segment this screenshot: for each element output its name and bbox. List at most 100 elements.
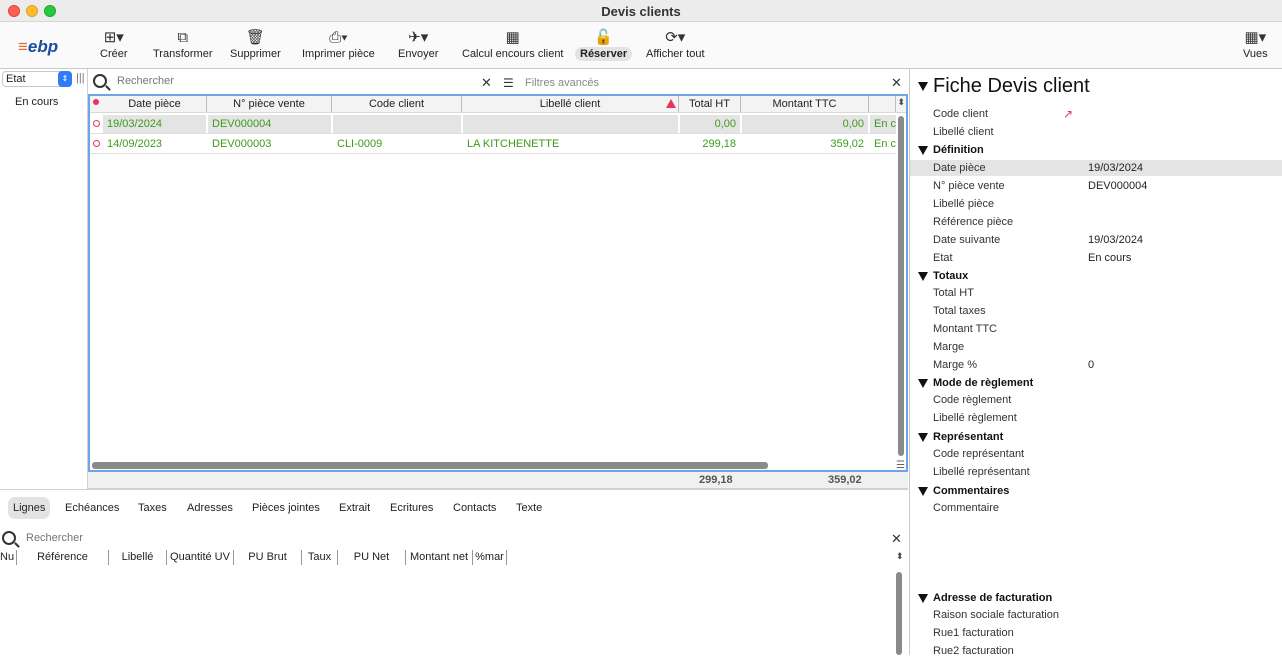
tab-texte[interactable]: Texte (511, 497, 547, 519)
sort-ascending-icon (666, 99, 676, 108)
vues-button[interactable]: ▦▾ Vues (1243, 28, 1268, 60)
etat-select[interactable]: Etat ⇕ (2, 71, 72, 87)
col-libelle[interactable]: Libellé (109, 550, 167, 565)
col-pu-net[interactable]: PU Net (338, 550, 406, 565)
marge-pct-label: Marge % (933, 359, 978, 371)
filter-icon[interactable]: ☰ (503, 76, 514, 90)
external-link-icon[interactable]: ↗ (1063, 107, 1073, 121)
col-montant-net[interactable]: Montant net (406, 550, 473, 565)
etat-label: Etat (933, 252, 953, 264)
date-piece-label: Date pièce (933, 162, 986, 174)
ebp-logo: ≡ebp (18, 37, 59, 56)
col-pu-brut[interactable]: PU Brut (234, 550, 302, 565)
title-bar: Devis clients (0, 0, 1282, 22)
section-adresse-facturation[interactable]: Adresse de facturation (918, 592, 1052, 604)
trash-icon: 🗑 (245, 29, 265, 46)
col-reference[interactable]: Référence (17, 550, 109, 565)
date-suivante-value[interactable]: 19/03/2024 (1088, 234, 1143, 246)
tab-ecritures[interactable]: Ecritures (385, 497, 438, 519)
clear-search-icon[interactable]: ✕ (481, 75, 492, 91)
tab-echeances[interactable]: Echéances (60, 497, 124, 519)
col-etat[interactable] (869, 96, 896, 112)
transformer-button[interactable]: ⧉ Transformer (153, 28, 213, 60)
fiche-title[interactable]: Fiche Devis client (918, 75, 1090, 98)
commentaire-label: Commentaire (933, 502, 1000, 514)
lines-search-input[interactable] (26, 532, 386, 544)
detail-tabs: Lignes Echéances Taxes Adresses Pièces j… (0, 489, 908, 529)
collapse-icon (918, 593, 928, 603)
search-icon (2, 531, 16, 545)
col-libelle-client[interactable]: Libellé client (462, 96, 679, 112)
col-date-piece[interactable]: Date pièce (103, 96, 207, 112)
tab-contacts[interactable]: Contacts (448, 497, 501, 519)
marge-pct-value[interactable]: 0 (1088, 359, 1094, 371)
table-row[interactable]: 14/09/2023 DEV000003 CLI-0009 LA KITCHEN… (90, 134, 896, 154)
col-num-piece[interactable]: N° pièce vente (207, 96, 332, 112)
filter-item-en-cours[interactable]: En cours (15, 96, 58, 108)
search-input[interactable] (117, 75, 477, 87)
montant-ttc-label: Montant TTC (933, 323, 997, 335)
refresh-icon: ⟳▾ (665, 29, 686, 46)
code-client-label: Code client (933, 108, 989, 120)
col-quantite[interactable]: Quantité UV (167, 550, 234, 565)
section-totaux[interactable]: Totaux (918, 270, 968, 282)
envoyer-button[interactable]: ✈▾ Envoyer (398, 28, 438, 60)
date-piece-value[interactable]: 19/03/2024 (1088, 162, 1143, 174)
section-representant[interactable]: Représentant (918, 431, 1003, 443)
tab-pieces-jointes[interactable]: Pièces jointes (247, 497, 325, 519)
table-row[interactable]: 19/03/2024 DEV000004 0,00 0,00 En c (90, 114, 896, 134)
calcul-encours-button[interactable]: ▦ Calcul encours client (462, 28, 564, 60)
columns-icon[interactable]: ||| (76, 72, 85, 84)
col-code-client[interactable]: Code client (332, 96, 462, 112)
imprimer-button[interactable]: ⎙▾ Imprimer pièce (302, 28, 375, 60)
grid-header: Date pièce N° pièce vente Code client Li… (90, 96, 906, 113)
fiche-pane: Fiche Devis client Code client ↗ Libellé… (909, 69, 1282, 657)
lines-search-bar: ✕ (0, 530, 908, 548)
calculator-icon: ▦ (505, 29, 520, 46)
col-taux[interactable]: Taux (302, 550, 338, 565)
supprimer-button[interactable]: 🗑 Supprimer (230, 28, 281, 60)
date-suivante-label: Date suivante (933, 234, 1001, 246)
collapse-icon (918, 271, 928, 281)
total-ttc-sum: 359,02 (828, 474, 862, 486)
col-numero[interactable]: Nu (0, 550, 17, 565)
rue2-label: Rue2 facturation (933, 645, 1014, 657)
add-icon: ⊞▾ (103, 29, 124, 46)
etat-value[interactable]: En cours (1088, 252, 1131, 264)
libelle-representant-label: Libellé représentant (933, 466, 1030, 478)
scroll-arrows-icon[interactable]: ⬍ (896, 551, 904, 562)
col-total-ht[interactable]: Total HT (679, 96, 741, 112)
col-marge[interactable]: %mar (473, 550, 507, 565)
section-commentaires[interactable]: Commentaires (918, 485, 1009, 497)
tab-extrait[interactable]: Extrait (334, 497, 375, 519)
section-definition[interactable]: Définition (918, 144, 984, 156)
close-filters-icon[interactable]: ✕ (891, 75, 902, 91)
vertical-scrollbar[interactable] (898, 116, 904, 456)
num-piece-value[interactable]: DEV000004 (1088, 180, 1147, 192)
horizontal-scrollbar[interactable] (92, 462, 768, 469)
row-status-icon (93, 140, 100, 147)
advanced-filters-link[interactable]: Filtres avancés (525, 77, 599, 89)
tab-lignes[interactable]: Lignes (8, 497, 51, 519)
window-title: Devis clients (601, 4, 681, 19)
clear-lines-search-icon[interactable]: ✕ (891, 531, 902, 547)
code-representant-label: Code représentant (933, 448, 1025, 460)
tab-adresses[interactable]: Adresses (182, 497, 238, 519)
lines-vertical-scrollbar[interactable] (896, 572, 902, 655)
lines-header: Nu Référence Libellé Quantité UV PU Brut… (0, 549, 908, 566)
tab-taxes[interactable]: Taxes (133, 497, 172, 519)
send-icon: ✈▾ (408, 29, 429, 46)
totals-row: 299,18 359,02 (88, 472, 908, 489)
total-ht-sum: 299,18 (699, 474, 733, 486)
collapse-icon (918, 145, 928, 155)
col-montant-ttc[interactable]: Montant TTC (741, 96, 869, 112)
menu-icon[interactable]: ☰ (896, 460, 905, 471)
filter-pane: Etat ⇕ ||| En cours (0, 69, 88, 489)
section-reglement[interactable]: Mode de règlement (918, 377, 1033, 389)
total-ht-label: Total HT (933, 287, 974, 299)
collapse-icon (918, 486, 928, 496)
afficher-tout-button[interactable]: ⟳▾ Afficher tout (646, 28, 705, 60)
creer-button[interactable]: ⊞▾ Créer (100, 28, 128, 60)
reserver-button[interactable]: 🔓 Réserver (575, 28, 633, 61)
scroll-arrows-icon[interactable]: ⬍ (897, 97, 905, 108)
